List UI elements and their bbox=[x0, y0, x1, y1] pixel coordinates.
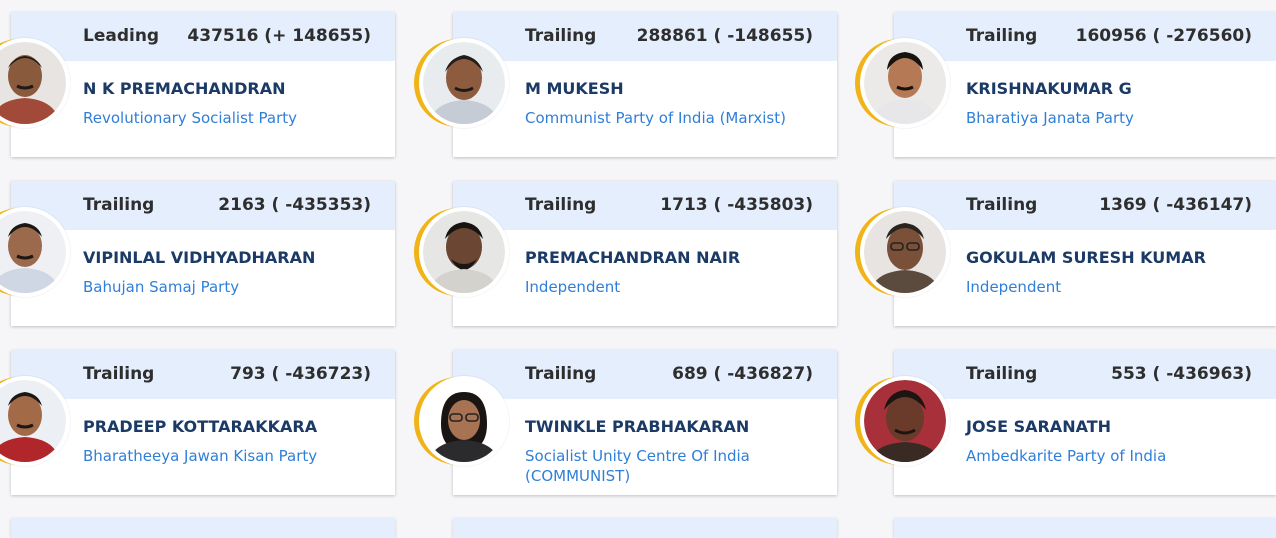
vote-count: 1369 ( -436147) bbox=[1099, 195, 1252, 215]
candidate-name[interactable]: PREMACHANDRAN NAIR bbox=[525, 248, 740, 267]
candidate-card[interactable]: Trailing 1713 ( -435803) PREMACHANDRAN N… bbox=[453, 181, 837, 326]
card-header bbox=[453, 518, 837, 538]
candidate-name[interactable]: PRADEEP KOTTARAKKARA bbox=[83, 417, 317, 436]
candidate-name[interactable]: VIPINLAL VIDHYADHARAN bbox=[83, 248, 315, 267]
vote-count: 1713 ( -435803) bbox=[660, 195, 813, 215]
candidate-name[interactable]: JOSE SARANATH bbox=[966, 417, 1111, 436]
vote-count: 160956 ( -276560) bbox=[1075, 26, 1252, 46]
candidate-status: Trailing bbox=[525, 26, 597, 46]
candidate-photo-icon bbox=[860, 207, 950, 297]
candidate-name[interactable]: M MUKESH bbox=[525, 79, 624, 98]
candidate-status: Trailing bbox=[83, 364, 155, 384]
candidate-photo-icon bbox=[860, 38, 950, 128]
vote-count: 437516 (+ 148655) bbox=[187, 26, 371, 46]
candidate-card[interactable]: Trailing 1369 ( -436147) GOKULAM SURESH … bbox=[894, 181, 1276, 326]
card-header bbox=[11, 518, 395, 538]
candidate-status: Trailing bbox=[83, 195, 155, 215]
party-name: Communist Party of India (Marxist) bbox=[525, 109, 786, 127]
candidate-photo-icon bbox=[419, 207, 509, 297]
candidate-status: Trailing bbox=[966, 364, 1038, 384]
candidate-photo-icon bbox=[419, 376, 509, 466]
candidate-card[interactable]: Trailing 689 ( -436827) TWINKLE PRABHAKA… bbox=[453, 350, 837, 495]
candidate-photo-icon bbox=[860, 376, 950, 466]
party-name: Bharatheeya Jawan Kisan Party bbox=[83, 447, 318, 465]
candidate-card[interactable]: Trailing 553 ( -436963) JOSE SARANATH Am… bbox=[894, 350, 1276, 495]
vote-count: 689 ( -436827) bbox=[672, 364, 813, 384]
candidate-status: Trailing bbox=[966, 26, 1038, 46]
candidate-status: Leading bbox=[83, 26, 160, 46]
candidate-status: Trailing bbox=[966, 195, 1038, 215]
candidate-name[interactable]: KRISHNAKUMAR G bbox=[966, 79, 1132, 98]
candidate-status: Trailing bbox=[525, 364, 597, 384]
party-name: Bahujan Samaj Party bbox=[83, 278, 240, 296]
vote-count: 288861 ( -148655) bbox=[636, 26, 813, 46]
candidate-status: Trailing bbox=[525, 195, 597, 215]
vote-count: 2163 ( -435353) bbox=[218, 195, 371, 215]
party-name: Independent bbox=[966, 278, 1062, 296]
party-name: Bharatiya Janata Party bbox=[966, 109, 1134, 127]
candidate-card[interactable]: Trailing 160956 ( -276560) KRISHNAKUMAR … bbox=[894, 12, 1276, 157]
candidate-photo-icon bbox=[419, 38, 509, 128]
party-name: Socialist Unity Centre Of India (COMMUNI… bbox=[525, 447, 750, 485]
vote-count: 553 ( -436963) bbox=[1111, 364, 1252, 384]
card-header bbox=[894, 518, 1276, 538]
candidate-card[interactable]: Trailing 288861 ( -148655) M MUKESH Comm… bbox=[453, 12, 837, 157]
party-name: Revolutionary Socialist Party bbox=[83, 109, 298, 127]
party-name: Independent bbox=[525, 278, 621, 296]
candidate-name[interactable]: GOKULAM SURESH KUMAR bbox=[966, 248, 1206, 267]
vote-count: 793 ( -436723) bbox=[230, 364, 371, 384]
party-name: Ambedkarite Party of India bbox=[966, 447, 1167, 465]
candidate-name[interactable]: N K PREMACHANDRAN bbox=[83, 79, 286, 98]
candidate-name[interactable]: TWINKLE PRABHAKARAN bbox=[525, 417, 749, 436]
